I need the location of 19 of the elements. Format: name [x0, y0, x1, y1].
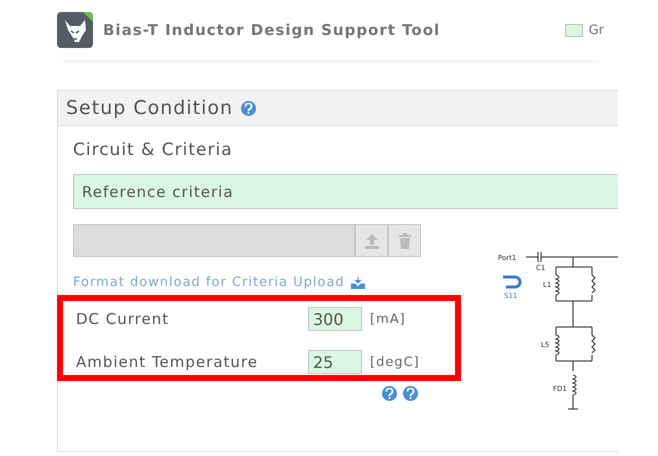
trash-icon — [398, 232, 412, 250]
panel-title: Setup Condition — [66, 97, 234, 119]
unit-label: [degC] — [370, 354, 420, 370]
criteria-bar[interactable]: Reference criteria — [73, 174, 618, 209]
value-input[interactable]: 25 — [308, 350, 362, 374]
help-icon[interactable] — [241, 100, 256, 116]
help-icon[interactable] — [382, 386, 397, 401]
app-title: Bias-T Inductor Design Support Tool — [103, 21, 440, 39]
upload-icon — [362, 232, 380, 250]
help-icon[interactable] — [403, 386, 418, 401]
file-field[interactable] — [73, 224, 355, 257]
value-input[interactable]: 300 — [308, 307, 362, 331]
field-label: DC Current — [75, 310, 170, 328]
legend-label: Gr — [588, 22, 604, 38]
section-title: Circuit & Criteria — [73, 140, 234, 160]
field-label: Ambient Temperature — [75, 353, 259, 371]
unit-label: [mA] — [370, 312, 406, 326]
wolf-logo — [57, 12, 93, 48]
download-icon — [350, 276, 365, 288]
